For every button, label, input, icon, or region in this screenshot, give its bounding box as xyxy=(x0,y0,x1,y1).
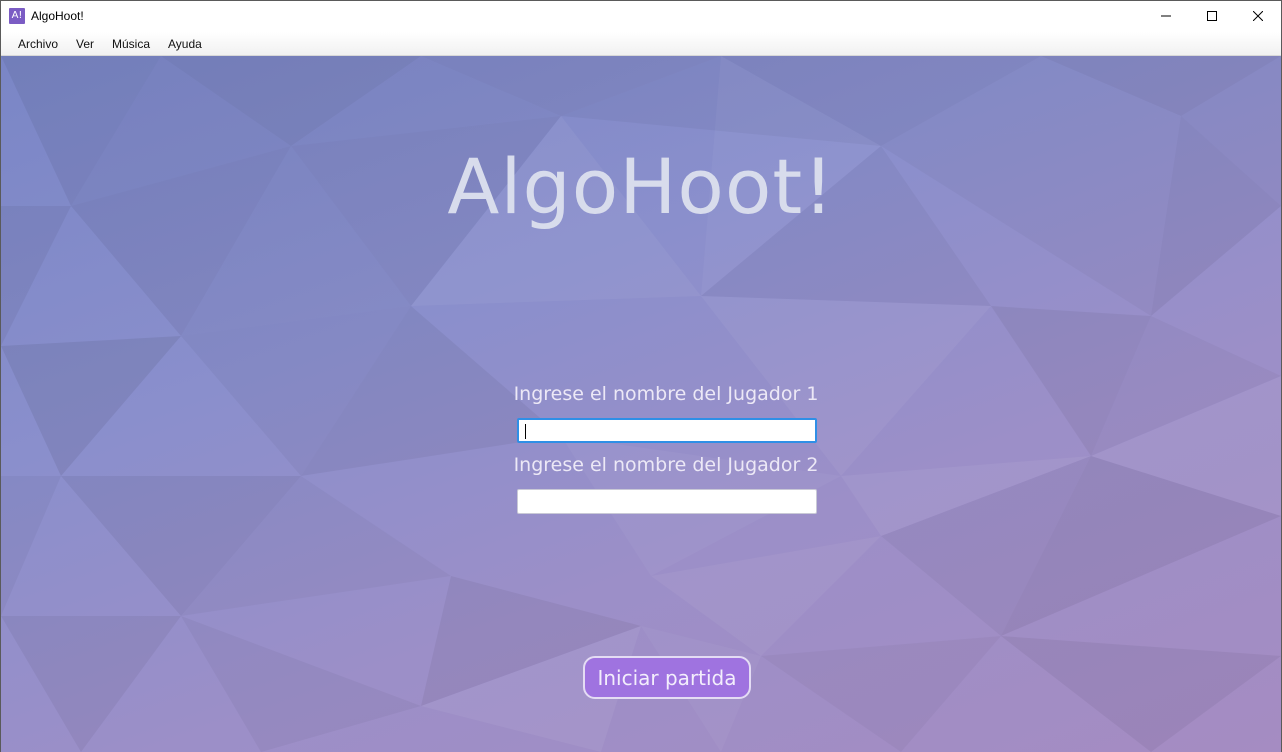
start-game-button[interactable]: Iniciar partida xyxy=(583,656,751,699)
menu-archivo[interactable]: Archivo xyxy=(18,37,58,51)
player1-text-input[interactable] xyxy=(519,420,815,441)
window-title: AlgoHoot! xyxy=(31,9,84,23)
menu-bar: Archivo Ver Música Ayuda xyxy=(1,32,1281,56)
player1-label: Ingrese el nombre del Jugador 1 xyxy=(513,383,819,405)
close-icon xyxy=(1253,11,1263,21)
main-title: AlgoHoot! xyxy=(447,142,835,231)
menu-ver[interactable]: Ver xyxy=(76,37,94,51)
main-content: AlgoHoot! Ingrese el nombre del Jugador … xyxy=(1,56,1281,752)
player1-name-input[interactable] xyxy=(517,418,817,443)
menu-musica[interactable]: Música xyxy=(112,37,150,51)
maximize-button[interactable] xyxy=(1189,1,1235,31)
minimize-icon xyxy=(1161,15,1171,17)
title-bar[interactable]: A! AlgoHoot! xyxy=(1,1,1281,31)
app-window: A! AlgoHoot! Archivo Ver Música Ayuda Al… xyxy=(0,0,1282,752)
text-caret xyxy=(525,424,526,439)
player2-label: Ingrese el nombre del Jugador 2 xyxy=(513,454,819,476)
player2-text-input[interactable] xyxy=(518,490,816,513)
app-icon: A! xyxy=(9,8,25,24)
close-button[interactable] xyxy=(1235,1,1281,31)
maximize-icon xyxy=(1207,11,1217,21)
minimize-button[interactable] xyxy=(1143,1,1189,31)
menu-ayuda[interactable]: Ayuda xyxy=(168,37,202,51)
player2-name-input[interactable] xyxy=(517,489,817,514)
